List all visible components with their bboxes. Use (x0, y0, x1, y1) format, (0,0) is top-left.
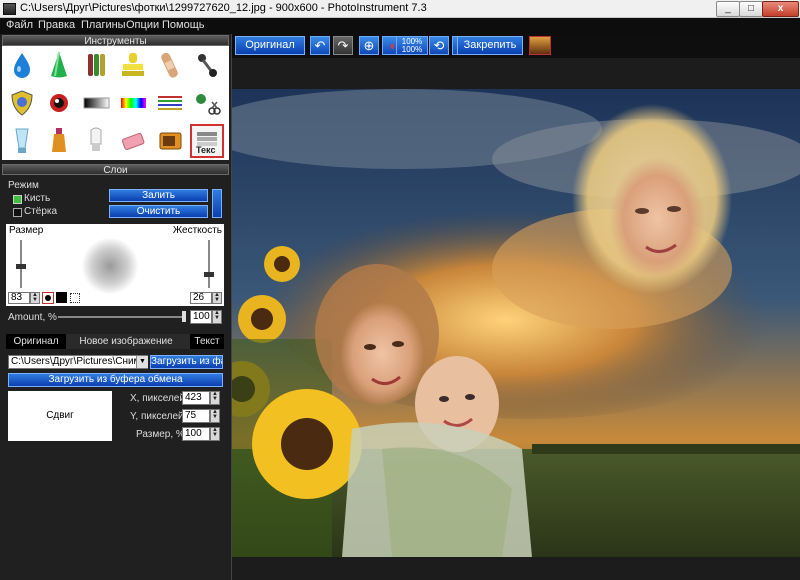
size-slider-handle[interactable] (16, 264, 26, 269)
zoom-in-icon[interactable]: ⊕ (359, 36, 379, 55)
image-tabs: Оригинал Новое изображение Текст (6, 334, 224, 349)
redo-icon[interactable]: ↷ (333, 36, 353, 55)
tubes-tool-icon[interactable] (79, 48, 113, 82)
drop-tool-icon[interactable] (5, 48, 39, 82)
mode-label: Режим (8, 180, 39, 191)
hardness-slider-handle[interactable] (204, 272, 214, 277)
menu-edit[interactable]: Правка (38, 19, 75, 31)
shift-preview[interactable]: Сдвиг (8, 391, 112, 441)
brush-settings-box: Размер Жесткость 83 ▲ ▼ 26 ▲ ▼ (6, 224, 224, 306)
cone-tool-icon[interactable] (42, 48, 76, 82)
chevron-down-icon[interactable]: ▼ (136, 356, 148, 368)
eraser-label: Стёрка (24, 206, 58, 217)
brush-preview (82, 238, 138, 294)
original-button[interactable]: Оригинал (235, 36, 305, 55)
amount-slider-handle[interactable] (182, 311, 186, 322)
hardness-input[interactable]: 26 (190, 292, 212, 304)
lightbulb-tool-icon[interactable] (79, 124, 113, 158)
y-offset-input[interactable]: 75 (182, 409, 210, 423)
close-button[interactable]: x (762, 1, 799, 17)
menu-file[interactable]: Файл (6, 19, 33, 31)
lines-tool-icon[interactable] (153, 86, 187, 120)
y-offset-label: Y, пикселей: (130, 411, 187, 422)
tools-grid: Текс (2, 46, 229, 160)
menu-help[interactable]: Помощь (162, 19, 205, 31)
scale-input[interactable]: 100 (182, 427, 210, 441)
tab-text[interactable]: Текст (190, 334, 224, 349)
toolbar: Оригинал ↶ ↷ ⊕ ◖ 100% 100% ⟲ ⊖ Закрепить (232, 34, 800, 58)
size-input[interactable]: 83 (8, 292, 30, 304)
load-from-clipboard-button[interactable]: Загрузить из буфера обмена (8, 373, 223, 387)
minimize-button[interactable]: _ (716, 1, 740, 17)
eraser-checkbox[interactable] (13, 208, 22, 217)
y-offset-spin[interactable]: ▲ ▼ (210, 409, 220, 423)
layer-scroll[interactable] (212, 189, 222, 218)
size-spin[interactable]: ▲ ▼ (30, 292, 40, 304)
brush-checkbox[interactable] (13, 195, 22, 204)
x-offset-input[interactable]: 423 (182, 391, 210, 405)
eye-tool-icon[interactable] (42, 86, 76, 120)
pin-button[interactable]: Закрепить (457, 36, 523, 55)
brush-shape-selection[interactable] (70, 293, 80, 303)
eraser-tool-icon[interactable] (116, 124, 150, 158)
bandage-tool-icon[interactable] (153, 48, 187, 82)
fill-button[interactable]: Залить (109, 189, 208, 202)
zoom-level-bottom: 100% (401, 45, 423, 54)
x-offset-label: X, пикселей: (130, 393, 188, 404)
menu-plugins[interactable]: Плагины (81, 19, 126, 31)
photo-canvas[interactable] (232, 89, 800, 557)
rainbow-tool-icon[interactable] (116, 86, 150, 120)
undo-icon[interactable]: ↶ (310, 36, 330, 55)
photo-image (232, 89, 800, 557)
tv-tool-icon[interactable] (153, 124, 187, 158)
hardness-label: Жесткость (172, 225, 222, 236)
app-icon (3, 3, 16, 15)
x-offset-spin[interactable]: ▲ ▼ (210, 391, 220, 405)
scale-label: Размер, %: (136, 429, 188, 440)
text-tool-label: Текс (196, 145, 216, 155)
source-path-dropdown[interactable]: C:\Users\Друг\Pictures\Снимок (8, 355, 148, 369)
zoom-actual-icon[interactable]: ⟲ (429, 36, 449, 55)
title-bar: C:\Users\Друг\Pictures\фотки\1299727620_… (0, 0, 800, 18)
clear-button[interactable]: Очистить (109, 205, 208, 218)
menu-bar: Файл Правка Плагины Опции Помощь (0, 18, 800, 34)
amount-slider-track[interactable] (58, 316, 186, 318)
brush-shape-square[interactable] (56, 292, 67, 303)
maximize-button[interactable]: □ (739, 1, 763, 17)
scale-spin[interactable]: ▲ ▼ (210, 427, 220, 441)
brush-label: Кисть (24, 193, 51, 204)
shield-tool-icon[interactable] (5, 86, 39, 120)
stamp-tool-icon[interactable] (116, 48, 150, 82)
text-tool-icon[interactable]: Текс (190, 124, 224, 158)
window-title: C:\Users\Друг\Pictures\фотки\1299727620_… (20, 2, 427, 14)
gradient-tool-icon[interactable] (79, 86, 113, 120)
load-from-file-button[interactable]: Загрузить из файла (150, 355, 223, 369)
canvas-area[interactable] (232, 58, 800, 580)
tab-new-image[interactable]: Новое изображение (68, 334, 184, 349)
amount-spin[interactable]: ▲ ▼ (212, 310, 222, 324)
hardness-slider-track[interactable] (208, 240, 210, 288)
tools-panel-header: Инструменты (2, 35, 229, 47)
amount-input[interactable]: 100 (190, 310, 212, 324)
bottle-tool-icon[interactable] (42, 124, 76, 158)
scissors-tool-icon[interactable] (190, 86, 224, 120)
layers-panel-header: Слои (2, 164, 229, 176)
zoom-level[interactable]: 100% 100% (396, 36, 428, 55)
glass-tool-icon[interactable] (5, 124, 39, 158)
menu-options[interactable]: Опции (126, 19, 159, 31)
amount-label: Amount, % (8, 312, 57, 323)
brush-shape-round[interactable] (42, 292, 54, 304)
tab-original[interactable]: Оригинал (6, 334, 66, 349)
pin-tool-icon[interactable] (190, 48, 224, 82)
image-thumbnail-icon[interactable] (529, 36, 551, 55)
hardness-spin[interactable]: ▲ ▼ (212, 292, 222, 304)
size-label: Размер (9, 225, 44, 236)
